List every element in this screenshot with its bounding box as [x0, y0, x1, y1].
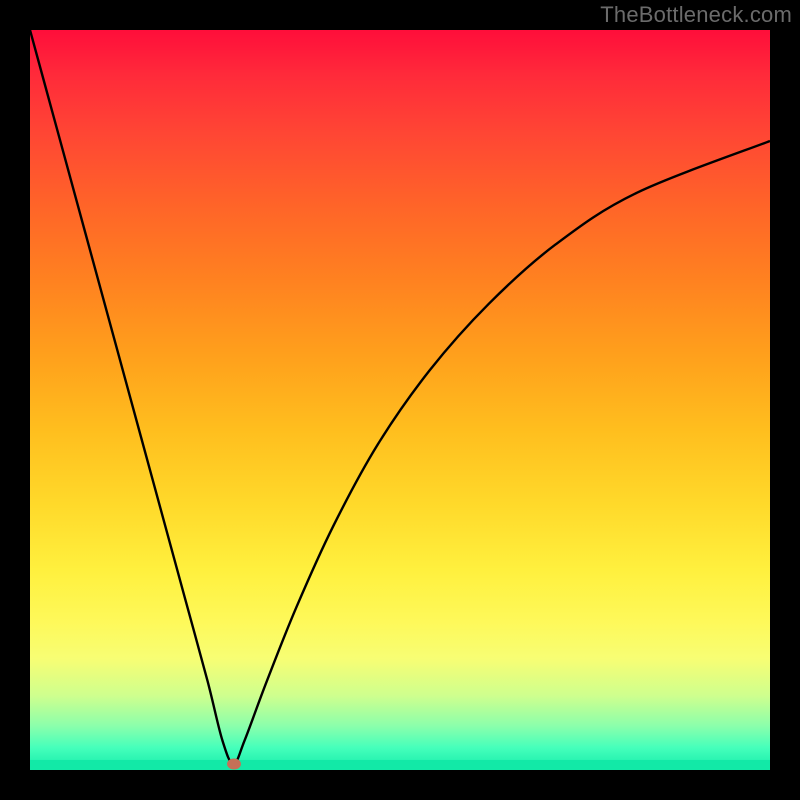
plot-area — [30, 30, 770, 770]
bottleneck-curve — [30, 30, 770, 764]
watermark-text: TheBottleneck.com — [600, 2, 792, 28]
chart-frame: TheBottleneck.com — [0, 0, 800, 800]
curve-layer — [30, 30, 770, 770]
minimum-marker — [227, 759, 241, 770]
